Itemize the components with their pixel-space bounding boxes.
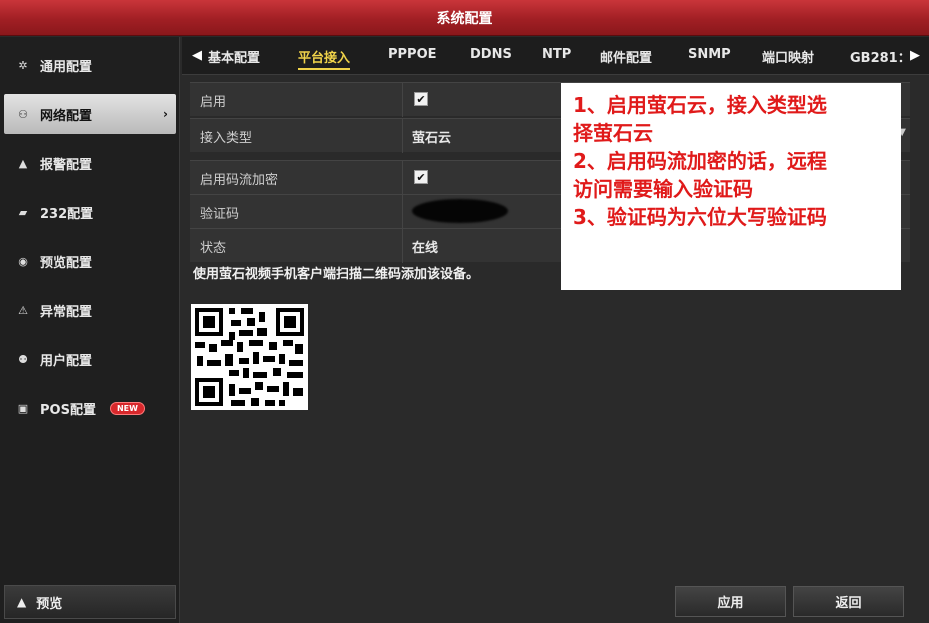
sidebar-item-alarm[interactable]: ▲ 报警配置	[4, 143, 176, 183]
note-line-5: 3、验证码为六位大写验证码	[573, 205, 827, 229]
tab-scroll-left-icon[interactable]: ◀	[192, 48, 202, 63]
sidebar-item-exception[interactable]: ⚠ 异常配置	[4, 290, 176, 330]
sidebar-item-label: 用户配置	[40, 353, 93, 369]
tab-email[interactable]: 邮件配置	[600, 47, 652, 66]
sidebar-item-label: 预览配置	[40, 255, 93, 271]
divider	[402, 119, 403, 153]
sidebar-item-label: POS配置	[40, 402, 96, 418]
tab-ntp[interactable]: NTP	[542, 47, 571, 62]
note-line-1: 1、启用萤石云，接入类型选	[573, 93, 827, 117]
status-value: 在线	[412, 241, 439, 256]
note-line-2: 择萤石云	[573, 121, 653, 145]
qr-hint-text: 使用萤石视频手机客户端扫描二维码添加该设备。	[193, 267, 480, 282]
sidebar-item-label: 网络配置	[40, 108, 93, 124]
tab-basic[interactable]: 基本配置	[208, 47, 260, 66]
enable-label: 启用	[200, 95, 227, 110]
tab-scroll-right-icon[interactable]: ▶	[910, 48, 920, 63]
gear-icon: ✲	[18, 58, 28, 72]
tab-platform-access[interactable]: 平台接入	[298, 47, 351, 70]
window-titlebar: 系统配置	[0, 0, 929, 36]
sidebar-item-pos[interactable]: ▣ POS配置 NEW	[4, 388, 176, 428]
verify-code-input[interactable]	[412, 199, 508, 223]
sidebar-item-label: 通用配置	[40, 59, 93, 75]
back-button[interactable]: 返回	[793, 586, 904, 617]
encrypt-checkbox[interactable]: ✔	[414, 170, 428, 184]
divider	[402, 83, 403, 117]
tab-port-mapping[interactable]: 端口映射	[762, 47, 814, 66]
sidebar-item-label: 232配置	[40, 206, 94, 222]
tab-bar: ◀ 基本配置 平台接入 PPPOE DDNS NTP 邮件配置 SNMP 端口映…	[182, 37, 929, 75]
qr-code	[191, 304, 308, 410]
tab-pppoe[interactable]: PPPOE	[388, 47, 437, 62]
tab-ddns[interactable]: DDNS	[470, 47, 512, 62]
new-badge: NEW	[109, 401, 145, 415]
window-title: 系统配置	[436, 10, 493, 27]
warning-icon: ⚠	[18, 303, 28, 317]
sidebar-item-general[interactable]: ✲ 通用配置	[4, 45, 176, 85]
preview-label: 预览	[36, 596, 63, 612]
chevron-right-icon: ›	[163, 107, 168, 121]
alarm-icon: ▲	[18, 156, 28, 170]
preview-button[interactable]: ▲ 预览	[4, 585, 176, 619]
sidebar-item-label: 报警配置	[40, 157, 93, 173]
sidebar: ✲ 通用配置 ⚇ 网络配置 › ▲ 报警配置 ▰ 232配置 ◉ 预览配置 ⚠ …	[0, 37, 180, 623]
status-label: 状态	[200, 241, 227, 256]
divider	[402, 195, 403, 229]
encrypt-label: 启用码流加密	[200, 173, 279, 188]
home-icon: ▲	[17, 595, 27, 609]
sidebar-item-users[interactable]: ⚉ 用户配置	[4, 339, 176, 379]
sidebar-item-preview-config[interactable]: ◉ 预览配置	[4, 241, 176, 281]
divider	[402, 161, 403, 195]
access-type-select[interactable]: 萤石云	[412, 127, 451, 146]
pos-icon: ▣	[17, 401, 29, 415]
sidebar-item-network[interactable]: ⚇ 网络配置 ›	[4, 94, 176, 134]
eye-icon: ◉	[18, 254, 28, 268]
enable-checkbox[interactable]: ✔	[414, 92, 428, 106]
users-icon: ⚉	[18, 352, 28, 366]
access-type-label: 接入类型	[200, 131, 253, 146]
annotation-note: 1、启用萤石云，接入类型选 择萤石云 2、启用码流加密的话，远程 访问需要输入验…	[561, 83, 901, 290]
network-icon: ⚇	[18, 107, 28, 121]
divider	[402, 229, 403, 263]
note-line-3: 2、启用码流加密的话，远程	[573, 149, 827, 173]
tab-gb28181[interactable]: GB281：	[850, 47, 911, 66]
tab-snmp[interactable]: SNMP	[688, 47, 731, 62]
serial-icon: ▰	[18, 205, 28, 219]
sidebar-item-232[interactable]: ▰ 232配置	[4, 192, 176, 232]
qr-code-image	[191, 304, 308, 410]
verify-code-label: 验证码	[200, 207, 240, 222]
note-line-4: 访问需要输入验证码	[573, 177, 753, 201]
apply-button[interactable]: 应用	[675, 586, 786, 617]
sidebar-item-label: 异常配置	[40, 304, 93, 320]
